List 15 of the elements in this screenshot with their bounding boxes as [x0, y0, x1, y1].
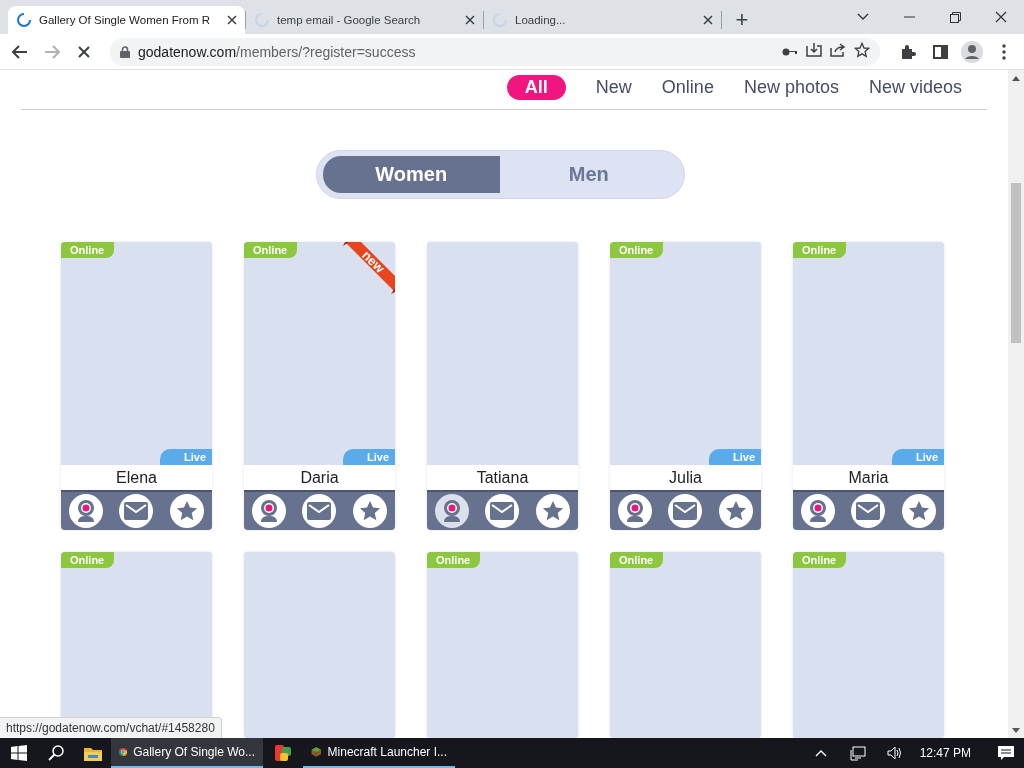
online-badge: Online: [61, 552, 115, 568]
online-badge: Online: [244, 242, 298, 258]
new-ribbon: new: [343, 242, 395, 294]
online-badge: Online: [610, 242, 664, 258]
online-badge: Online: [610, 552, 664, 568]
url-tooltip: https://godatenow.com/vchat/#1458280: [0, 717, 222, 738]
online-badge: Online: [793, 242, 847, 258]
live-badge: Live: [160, 449, 212, 465]
online-badge: Online: [427, 552, 481, 568]
live-badge: Live: [343, 449, 395, 465]
url-text: godatenow.com/members/?register=success: [138, 43, 417, 60]
live-badge: Live: [892, 449, 944, 465]
live-badge: Live: [709, 449, 761, 465]
online-badge: Online: [793, 552, 847, 568]
online-badge: Online: [61, 242, 115, 258]
